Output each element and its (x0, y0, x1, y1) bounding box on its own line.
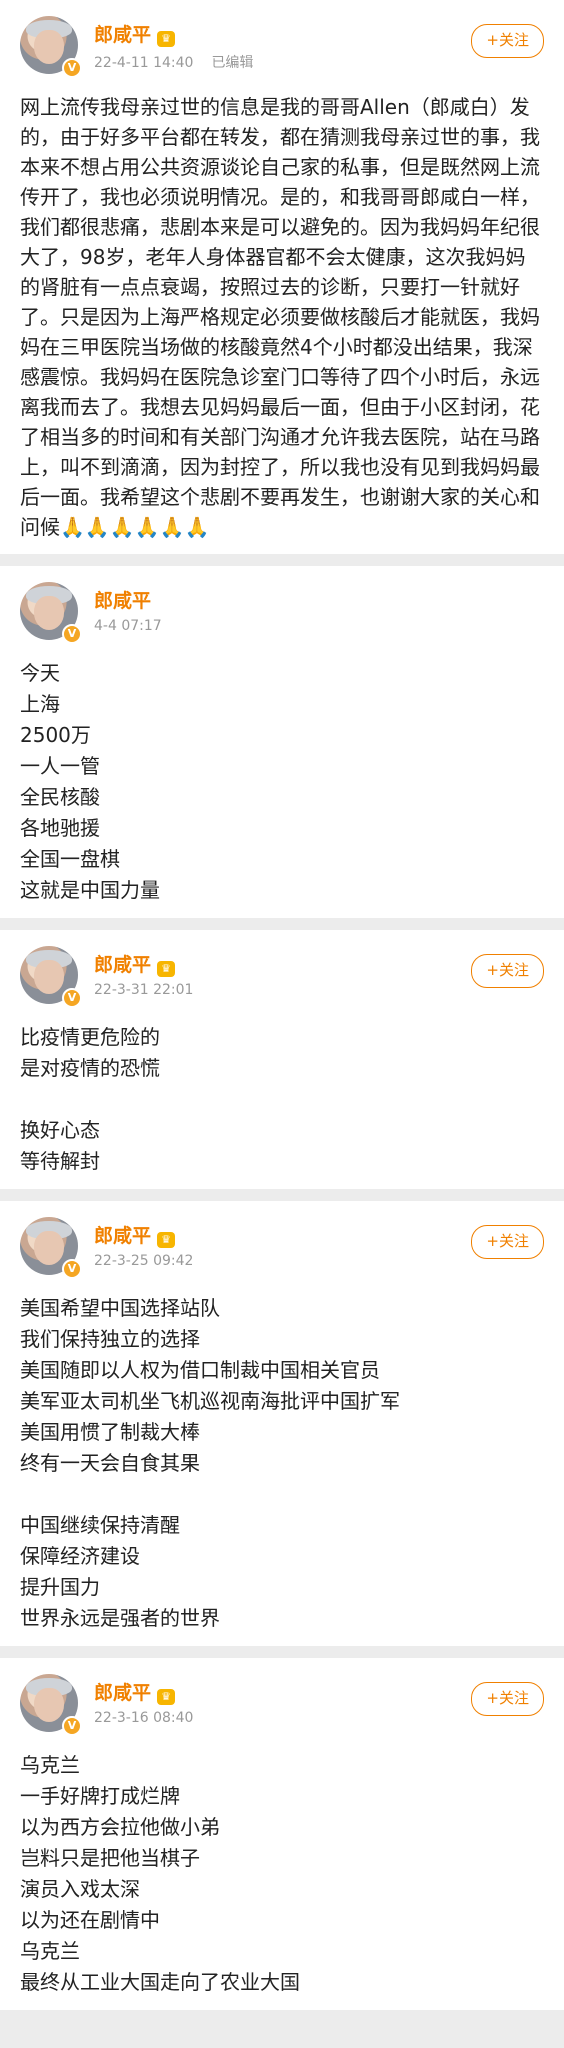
post-body: 今天 上海 2500万 一人一管 全民核酸 各地驰援 全国一盘棋 这就是中国力量 (20, 658, 544, 906)
post-line: 保障经济建设 (20, 1544, 140, 1568)
post-card: V 郎咸平 ♛ 22-3-16 08:40 +关注 乌克兰 一手好牌打成烂牌 以为… (0, 1658, 564, 2010)
post-header: V 郎咸平 ♛ 22-3-31 22:01 +关注 (20, 946, 544, 1008)
post-line: 各地驰援 (20, 816, 100, 840)
post-line: 最终从工业大国走向了农业大国 (20, 1970, 300, 1994)
post-line: 我们保持独立的选择 (20, 1327, 200, 1351)
post-card: V 郎咸平 ♛ 22-3-31 22:01 +关注 比疫情更危险的 是对疫情的恐慌… (0, 930, 564, 1189)
author-name[interactable]: 郎咸平 ♛ (94, 950, 176, 977)
post-body: 美国希望中国选择站队 我们保持独立的选择 美国随即以人权为借口制裁中国相关官员 … (20, 1293, 544, 1634)
crown-icon: ♛ (157, 1689, 176, 1705)
author-name[interactable]: 郎咸平 ♛ (94, 1678, 176, 1705)
crown-icon: ♛ (157, 961, 176, 977)
post-line: 比疫情更危险的 (20, 1025, 160, 1049)
edited-label: 已编辑 (211, 55, 254, 71)
post-line: 世界永远是强者的世界 (20, 1606, 220, 1630)
follow-button[interactable]: +关注 (471, 1225, 544, 1259)
post-meta: 22-3-16 08:40 (94, 1710, 193, 1726)
verified-badge-icon: V (62, 624, 82, 644)
author-name[interactable]: 郎咸平 ♛ (94, 1221, 176, 1248)
post-line: 演员入戏太深 (20, 1877, 140, 1901)
verified-badge-icon: V (62, 1259, 82, 1279)
post-line: 美国用惯了制裁大棒 (20, 1420, 200, 1444)
follow-button[interactable]: +关注 (471, 954, 544, 988)
post-time: 22-3-16 08:40 (94, 1710, 194, 1726)
post-card: V 郎咸平 ♛ 22-3-25 09:42 +关注 美国希望中国选择站队 我们保持… (0, 1201, 564, 1646)
post-body: 比疫情更危险的 是对疫情的恐慌 换好心态 等待解封 (20, 1022, 544, 1177)
post-line: 美国随即以人权为借口制裁中国相关官员 (20, 1358, 380, 1382)
post-line: 以为还在剧情中 (20, 1908, 160, 1932)
post-time: 22-4-11 14:40 (94, 55, 194, 71)
post-text: 网上流传我母亲过世的信息是我的哥哥Allen（郎咸白）发的，由于好多平台都在转发… (20, 95, 540, 539)
author-name[interactable]: 郎咸平 (94, 586, 151, 613)
post-card: V 郎咸平 4-4 07:17 今天 上海 2500万 一人一管 全民核酸 各地… (0, 566, 564, 918)
post-time: 4-4 07:17 (94, 618, 162, 634)
post-line: 全民核酸 (20, 785, 100, 809)
post-line: 今天 (20, 661, 60, 685)
verified-badge-icon: V (62, 58, 82, 78)
post-line: 以为西方会拉他做小弟 (20, 1815, 220, 1839)
post-line: 美军亚太司机坐飞机巡视南海批评中国扩军 (20, 1389, 400, 1413)
post-line: 等待解封 (20, 1149, 100, 1173)
crown-icon: ♛ (157, 31, 176, 47)
verified-badge-icon: V (62, 1716, 82, 1736)
post-line: 岂料只是把他当棋子 (20, 1846, 200, 1870)
post-header: V 郎咸平 ♛ 22-3-16 08:40 +关注 (20, 1674, 544, 1736)
post-meta: 4-4 07:17 (94, 618, 162, 634)
post-line: 一人一管 (20, 754, 100, 778)
post-body: 乌克兰 一手好牌打成烂牌 以为西方会拉他做小弟 岂料只是把他当棋子 演员入戏太深… (20, 1750, 544, 1998)
follow-button[interactable]: +关注 (471, 24, 544, 58)
post-line: 2500万 (20, 723, 91, 747)
post-line: 换好心态 (20, 1118, 100, 1142)
post-header: V 郎咸平 4-4 07:17 (20, 582, 544, 644)
post-header: V 郎咸平 ♛ 22-4-11 14:40 已编辑 +关注 (20, 16, 544, 78)
post-line: 上海 (20, 692, 60, 716)
post-header: V 郎咸平 ♛ 22-3-25 09:42 +关注 (20, 1217, 544, 1279)
post-line: 一手好牌打成烂牌 (20, 1784, 180, 1808)
post-line: 终有一天会自食其果 (20, 1451, 200, 1475)
post-meta: 22-4-11 14:40 已编辑 (94, 52, 253, 72)
post-line: 美国希望中国选择站队 (20, 1296, 220, 1320)
post-line: 乌克兰 (20, 1753, 80, 1777)
post-meta: 22-3-25 09:42 (94, 1253, 193, 1269)
post-line: 中国继续保持清醒 (20, 1513, 180, 1537)
follow-button[interactable]: +关注 (471, 1682, 544, 1716)
post-line: 提升国力 (20, 1575, 100, 1599)
verified-badge-icon: V (62, 988, 82, 1008)
post-meta: 22-3-31 22:01 (94, 982, 193, 998)
post-time: 22-3-31 22:01 (94, 982, 194, 998)
crown-icon: ♛ (157, 1232, 176, 1248)
weibo-feed: V 郎咸平 ♛ 22-4-11 14:40 已编辑 +关注 网上流传我母亲过世的信息… (0, 0, 564, 2048)
post-line: 这就是中国力量 (20, 878, 160, 902)
post-line: 乌克兰 (20, 1939, 80, 1963)
post-line: 是对疫情的恐慌 (20, 1056, 160, 1080)
post-body: 网上流传我母亲过世的信息是我的哥哥Allen（郎咸白）发的，由于好多平台都在转发… (20, 92, 544, 542)
author-name[interactable]: 郎咸平 ♛ (94, 20, 176, 47)
post-time: 22-3-25 09:42 (94, 1253, 194, 1269)
post-line: 全国一盘棋 (20, 847, 120, 871)
post-card: V 郎咸平 ♛ 22-4-11 14:40 已编辑 +关注 网上流传我母亲过世的信息… (0, 0, 564, 554)
